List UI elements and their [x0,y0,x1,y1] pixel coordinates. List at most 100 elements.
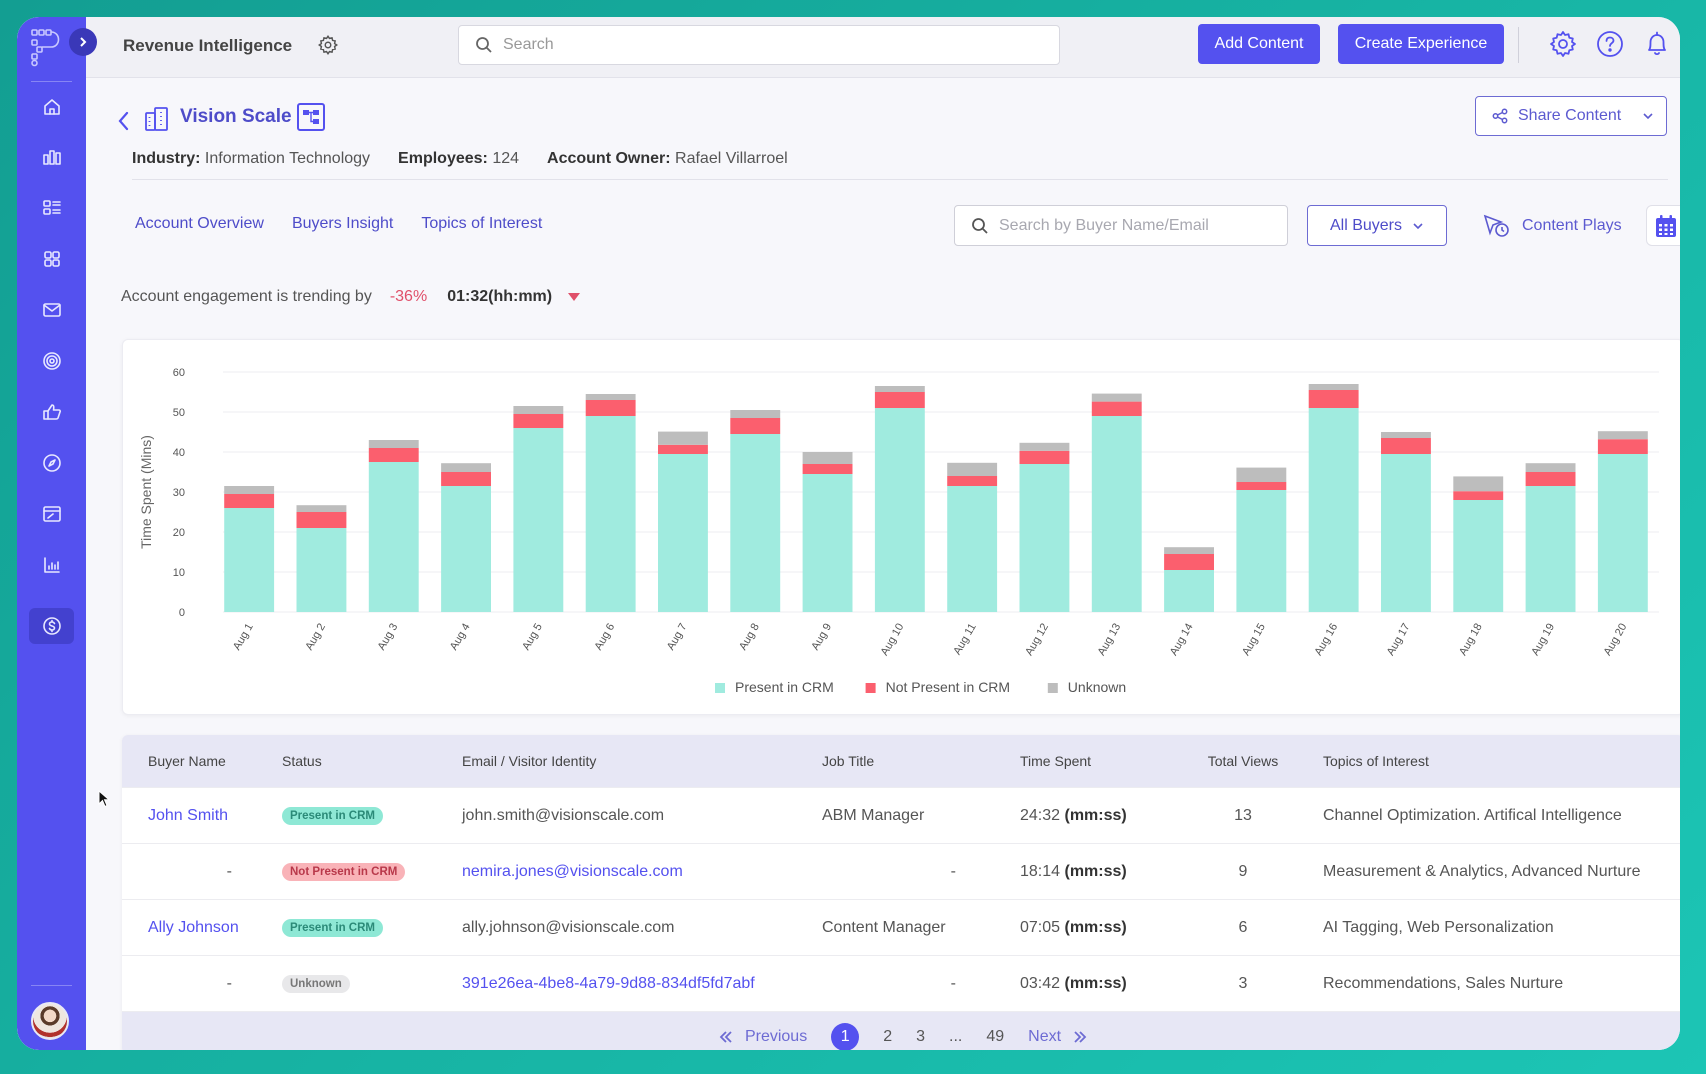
date-picker-button[interactable] [1646,205,1680,246]
status-cell: Present in CRM [282,806,462,825]
col-total-views[interactable]: Total Views [1183,753,1303,769]
page-2[interactable]: 2 [883,1028,892,1046]
sidebar-item-target[interactable] [29,343,74,379]
bar-not-present-in-crm [296,512,347,528]
sidebar-item-engagement[interactable] [29,394,74,430]
status-badge: Present in CRM [282,807,383,825]
y-axis-label: Time Spent (Mins) [138,435,154,549]
bar-unknown [441,463,491,472]
sidebar-item-reports[interactable] [29,547,74,583]
x-tick-label: Aug 15 [1240,622,1268,658]
sidebar-item-explore[interactable] [29,445,74,481]
account-info-row: Industry: Information Technology Employe… [132,150,1668,180]
share-content-label: Share Content [1518,107,1622,124]
buyer-search-input[interactable] [999,216,1279,235]
status-badge: Present in CRM [282,919,383,937]
buyer-search[interactable] [954,205,1288,246]
topics-cell: Measurement & Analytics, Advanced Nurtur… [1323,862,1641,880]
sidebar-item-apps[interactable] [29,241,74,277]
employees-value: 124 [492,150,520,167]
bar-present-in-crm [947,486,998,612]
account-hierarchy-button[interactable] [297,103,325,131]
bar-present-in-crm [441,486,491,612]
sidebar-item-mail[interactable] [29,292,74,328]
notifications-button[interactable] [1642,29,1672,59]
bar-unknown [296,505,347,512]
add-content-button[interactable]: Add Content [1198,24,1320,64]
pagination: Previous 1 2 3 ... 49 Next [122,1011,1680,1050]
page-49[interactable]: 49 [986,1028,1004,1046]
trend-down-icon [568,293,581,301]
help-button[interactable] [1595,29,1625,59]
status-cell: Not Present in CRM [282,862,462,881]
tab-topics-of-interest[interactable]: Topics of Interest [421,215,542,233]
total-views-cell: 13 [1234,806,1252,824]
brand-logo-icon[interactable] [29,27,63,67]
table-row[interactable]: - Not Present in CRM nemira.jones@visionsc… [122,843,1680,899]
col-topics[interactable]: Topics of Interest [1303,753,1680,769]
bar-unknown [1308,384,1359,390]
tab-buyers-insight[interactable]: Buyers Insight [292,215,393,233]
settings-button[interactable] [1548,29,1578,59]
bar-not-present-in-crm [1236,482,1287,490]
col-buyer-name[interactable]: Buyer Name [122,753,282,769]
status-cell: Unknown [282,974,462,993]
next-label: Next [1028,1028,1062,1045]
hierarchy-icon [303,110,319,124]
thumbs-up-icon [42,404,61,420]
col-job-title[interactable]: Job Title [822,753,1020,769]
global-search-input[interactable] [503,36,1023,54]
bar-not-present-in-crm [224,494,275,508]
sidebar [17,17,97,1050]
sidebar-divider [31,81,72,82]
bar-unknown [1236,467,1287,482]
mouse-cursor-icon [98,790,110,808]
global-search[interactable] [458,25,1060,65]
buyer-name[interactable]: Ally Johnson [122,919,282,937]
content-plays-button[interactable]: Content Plays [1482,208,1622,244]
page-3[interactable]: 3 [916,1028,925,1046]
chevron-down-icon [1643,113,1653,120]
bar-unknown [585,394,636,400]
sidebar-expand-button[interactable] [69,28,97,56]
sidebar-item-revenue[interactable] [29,608,74,644]
owner-value: Rafael Villarroel [675,150,788,167]
app-title: Revenue Intelligence [123,36,293,55]
buyer-name[interactable]: John Smith [122,807,282,825]
home-icon [43,99,60,115]
browser-window-icon [42,506,61,522]
previous-page-button[interactable]: Previous [719,1028,807,1046]
col-email[interactable]: Email / Visitor Identity [462,753,822,769]
trend-time: 01:32(hh:mm) [447,288,553,305]
bar-unknown [368,440,419,448]
back-arrow-icon[interactable] [114,108,134,134]
next-page-button[interactable]: Next [1028,1028,1087,1046]
create-experience-button[interactable]: Create Experience [1338,24,1504,64]
sidebar-item-experiences[interactable] [29,496,74,532]
page-1[interactable]: 1 [831,1023,860,1050]
buyer-filter-dropdown[interactable]: All Buyers [1307,205,1447,246]
bar-not-present-in-crm [730,418,781,434]
sidebar-item-analytics[interactable] [29,139,74,175]
bar-not-present-in-crm [947,476,998,486]
bar-not-present-in-crm [1453,491,1504,500]
table-row[interactable]: Ally Johnson Present in CRM ally.johnson@v… [122,899,1680,955]
legend-swatch [715,683,725,693]
user-avatar[interactable] [31,1002,69,1040]
share-content-button[interactable]: Share Content [1475,96,1667,136]
col-status[interactable]: Status [282,753,462,769]
sidebar-item-home[interactable] [29,89,74,125]
x-tick-label: Aug 8 [737,622,762,653]
table-row[interactable]: John Smith Present in CRM john.smith@visio… [122,787,1680,843]
table-row[interactable]: - Unknown 391e26ea-4be8-4a79-9d88-834df5fd… [122,955,1680,1011]
email-cell[interactable]: nemira.jones@visionscale.com [462,863,822,881]
app-settings-gear-icon[interactable] [317,34,339,56]
bar-present-in-crm [368,462,419,612]
email-cell[interactable]: 391e26ea-4be8-4a79-9d88-834df5fd7abf [462,975,822,993]
bar-unknown [513,406,564,414]
col-time-spent[interactable]: Time Spent [1020,753,1183,769]
y-tick-label: 30 [173,487,185,499]
bar-unknown [730,410,781,418]
sidebar-item-layout[interactable] [29,190,74,226]
tab-account-overview[interactable]: Account Overview [135,215,264,233]
